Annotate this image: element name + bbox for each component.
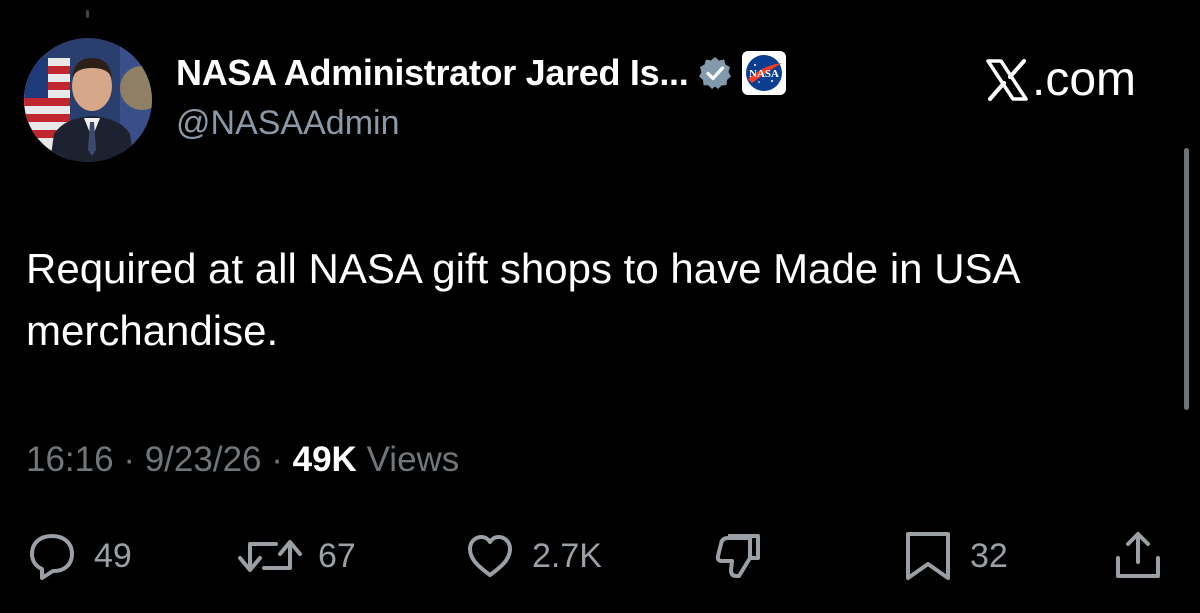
reply-icon (30, 534, 74, 580)
post-text: Required at all NASA gift shops to have … (26, 245, 1019, 354)
repost-button[interactable]: 67 (236, 528, 356, 584)
bookmark-icon (906, 532, 950, 580)
share-icon (1116, 532, 1160, 578)
meta-separator: · (271, 440, 283, 479)
views-label[interactable]: Views (367, 440, 460, 479)
nasa-logo-text: NASA (749, 68, 779, 80)
author-header[interactable]: NASA Administrator Jared Is... NASA (176, 50, 787, 96)
post-time[interactable]: 16:16 (26, 440, 114, 479)
top-indicator (86, 10, 89, 18)
author-display-name[interactable]: NASA Administrator Jared Is... (176, 52, 689, 94)
brand-domain: .com (1032, 53, 1137, 106)
verified-check-icon (698, 56, 732, 90)
post-date[interactable]: 9/23/26 (145, 440, 262, 479)
heart-icon (468, 535, 512, 577)
scrollbar[interactable] (1184, 148, 1189, 410)
x-logo-icon (984, 57, 1030, 103)
like-button[interactable]: 2.7K (462, 528, 602, 584)
downvote-button[interactable] (712, 528, 768, 584)
brand-watermark: .com (984, 52, 1136, 107)
views-count[interactable]: 49K (293, 440, 357, 479)
nasa-logo-icon: NASA (742, 51, 787, 95)
thumbs-down-icon (715, 534, 760, 578)
bookmark-button[interactable]: 32 (900, 528, 1008, 584)
reply-count: 49 (94, 536, 132, 575)
meta-separator: · (123, 440, 135, 479)
repost-icon (238, 540, 302, 572)
reply-button[interactable]: 49 (24, 528, 132, 584)
action-bar: 49 67 2.7K 32 (0, 528, 1200, 584)
bookmark-count: 32 (970, 536, 1008, 575)
avatar[interactable] (24, 38, 152, 162)
share-button[interactable] (1110, 528, 1166, 584)
post-metadata: 16:16 · 9/23/26 · 49K Views (26, 440, 459, 480)
avatar-photo (24, 38, 152, 162)
repost-count: 67 (318, 536, 356, 575)
author-handle[interactable]: @NASAAdmin (176, 104, 399, 143)
like-count: 2.7K (532, 536, 602, 575)
